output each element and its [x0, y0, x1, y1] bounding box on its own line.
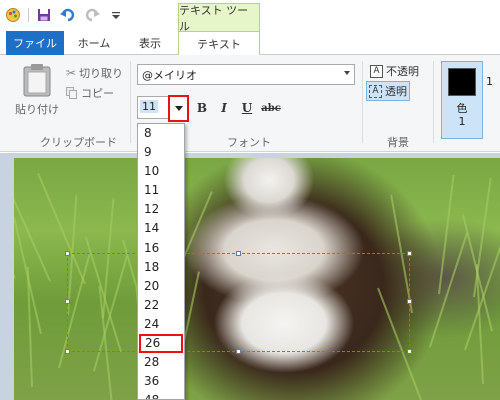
copy-button[interactable]: コピー [66, 84, 114, 102]
opaque-icon: A [370, 64, 383, 78]
group-divider [362, 61, 363, 143]
ribbon: 貼り付け ✂ 切り取り コピー クリップボード @メイリオ 11 B I U a… [0, 55, 500, 152]
font-size-option[interactable]: 12 [138, 200, 184, 219]
paste-button[interactable]: 貼り付け [10, 63, 64, 123]
font-size-option[interactable]: 10 [138, 162, 184, 181]
transparent-icon: A [369, 84, 382, 98]
font-size-option[interactable]: 11 [138, 181, 184, 200]
resize-handle[interactable] [236, 349, 241, 354]
cut-button[interactable]: ✂ 切り取り [66, 64, 123, 82]
font-size-option[interactable]: 8 [138, 124, 184, 143]
opaque-option[interactable]: A 不透明 [368, 62, 421, 80]
font-family-combobox[interactable]: @メイリオ [137, 64, 355, 85]
customize-qat-icon[interactable] [107, 6, 125, 24]
resize-handle[interactable] [65, 251, 70, 256]
background-group-label: 背景 [387, 136, 409, 149]
resize-handle[interactable] [65, 299, 70, 304]
paste-icon [23, 64, 51, 97]
tab-home[interactable]: ホーム [66, 31, 122, 55]
copy-icon [66, 87, 77, 99]
underline-button[interactable]: U [237, 99, 257, 117]
opaque-label: 不透明 [386, 65, 419, 78]
tab-text[interactable]: テキスト [178, 31, 260, 56]
tab-view[interactable]: 表示 [122, 31, 178, 55]
font-size-option[interactable]: 36 [138, 372, 184, 391]
font-size-option[interactable]: 24 [138, 315, 184, 334]
text-tools-context-header: テキスト ツール [178, 3, 260, 33]
color1-label: 色 [456, 102, 468, 115]
italic-button[interactable]: I [214, 99, 234, 117]
font-family-value: @メイリオ [142, 68, 197, 82]
color2-button[interactable]: 1 [486, 75, 493, 88]
color1-button[interactable]: 色 1 [441, 61, 483, 139]
resize-handle[interactable] [236, 251, 241, 256]
font-size-option[interactable]: 48 [138, 391, 184, 399]
resize-handle[interactable] [407, 349, 412, 354]
grass-texture [429, 232, 469, 348]
font-size-option[interactable]: 26 [139, 334, 183, 354]
font-size-option[interactable]: 20 [138, 277, 184, 296]
color1-swatch [448, 68, 476, 96]
chevron-down-icon [344, 71, 350, 75]
paint-app-icon[interactable] [4, 6, 22, 24]
group-divider [130, 61, 131, 143]
font-size-option[interactable]: 28 [138, 353, 184, 372]
font-size-list: 8910111214161820222426283648 [137, 123, 185, 400]
redo-icon[interactable] [83, 6, 101, 24]
font-size-option[interactable]: 9 [138, 143, 184, 162]
bold-button[interactable]: B [192, 99, 212, 117]
resize-handle[interactable] [407, 251, 412, 256]
font-size-value: 11 [140, 100, 158, 113]
font-size-dropdown-button[interactable] [168, 95, 189, 122]
color1-number: 1 [458, 115, 466, 128]
strikethrough-button[interactable]: abc [259, 99, 283, 117]
text-selection-box[interactable] [65, 251, 412, 354]
clipboard-group-label: クリップボード [40, 136, 117, 149]
font-size-option[interactable]: 16 [138, 239, 184, 258]
ribbon-tab-row: ファイル ホーム 表示 テキスト [0, 31, 500, 56]
save-icon[interactable] [35, 6, 53, 24]
resize-handle[interactable] [65, 349, 70, 354]
scissors-icon: ✂ [66, 66, 77, 80]
font-group-label: フォント [227, 136, 271, 149]
group-divider [433, 61, 434, 143]
font-size-option[interactable]: 22 [138, 296, 184, 315]
chevron-down-icon [174, 106, 183, 111]
copy-label: コピー [81, 87, 114, 100]
font-size-option[interactable]: 18 [138, 258, 184, 277]
undo-icon[interactable] [59, 6, 77, 24]
paste-label: 貼り付け [15, 103, 59, 116]
cut-label: 切り取り [79, 67, 124, 80]
quick-access-toolbar [4, 5, 125, 25]
transparent-option[interactable]: A 透明 [366, 81, 410, 101]
tab-file[interactable]: ファイル [6, 31, 64, 55]
resize-handle[interactable] [407, 299, 412, 304]
title-bar: テキスト ツール [0, 0, 500, 33]
transparent-label: 透明 [385, 85, 407, 98]
font-size-option[interactable]: 14 [138, 219, 184, 238]
